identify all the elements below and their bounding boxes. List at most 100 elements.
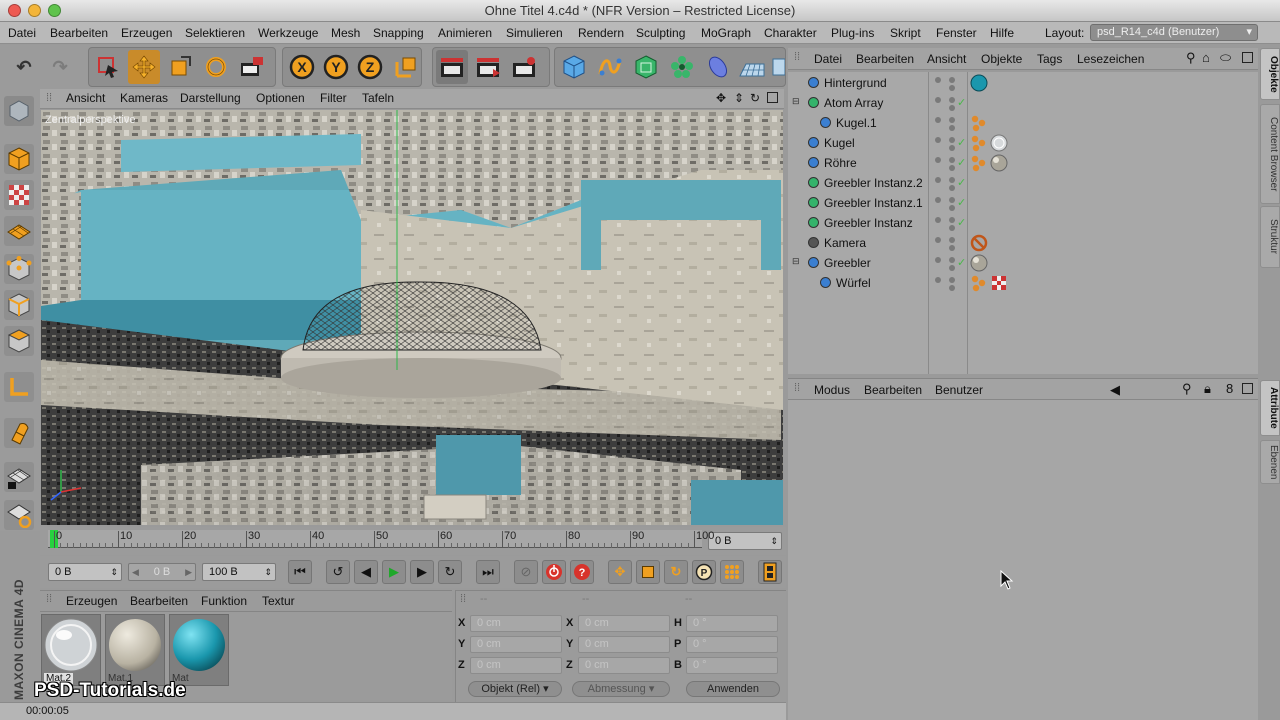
- object-name[interactable]: Würfel: [836, 276, 871, 290]
- position-y-field[interactable]: 0 cm: [470, 636, 562, 653]
- lock-icon[interactable]: 🔒︎: [1204, 381, 1211, 397]
- texture-mode-button[interactable]: [4, 180, 34, 210]
- play-button[interactable]: ▶: [382, 560, 406, 584]
- object-row[interactable]: Hintergrund: [788, 73, 1258, 93]
- go-to-start-button[interactable]: ⏮: [288, 560, 312, 584]
- material-swatch-mat1[interactable]: Mat.1: [105, 614, 165, 686]
- attribute-menu-bearbeiten[interactable]: Bearbeiten: [864, 383, 922, 397]
- render-visibility-dot[interactable]: [949, 137, 955, 143]
- enabled-check-icon[interactable]: ✓: [957, 196, 966, 209]
- workplane-align-button[interactable]: [4, 500, 34, 530]
- render-visibility-dot[interactable]: [949, 205, 955, 211]
- viewport-menu-tafeln[interactable]: Tafeln: [362, 91, 394, 105]
- model-mode-button[interactable]: [4, 144, 34, 174]
- move-tool-button[interactable]: [128, 50, 160, 84]
- phong-tag-icon[interactable]: [970, 154, 988, 172]
- next-frame-button[interactable]: ▶: [410, 560, 434, 584]
- editor-visibility-dot[interactable]: [935, 197, 941, 203]
- key-position-button[interactable]: ✥: [608, 560, 632, 584]
- home-icon[interactable]: ⌂: [1202, 50, 1210, 65]
- viewport-rotate-icon[interactable]: ↻: [750, 91, 760, 105]
- editor-visibility-dot[interactable]: [935, 217, 941, 223]
- object-name[interactable]: Kugel.1: [836, 116, 877, 130]
- add-mograph-button[interactable]: [666, 50, 698, 84]
- object-name[interactable]: Greebler: [824, 256, 871, 270]
- render-visibility-dot[interactable]: [949, 165, 955, 171]
- render-visibility-dot[interactable]: [949, 85, 955, 91]
- previous-key-button[interactable]: ↺: [326, 560, 350, 584]
- size-y-field[interactable]: 0 cm: [578, 636, 670, 653]
- material-menu-funktion[interactable]: Funktion: [201, 594, 247, 608]
- render-visibility-dot[interactable]: [949, 277, 955, 283]
- menu-werkzeuge[interactable]: Werkzeuge: [258, 22, 318, 44]
- enabled-check-icon[interactable]: ✓: [957, 176, 966, 189]
- live-selection-button[interactable]: [92, 50, 124, 84]
- position-z-field[interactable]: 0 cm: [470, 657, 562, 674]
- menu-rendern[interactable]: Rendern: [578, 22, 624, 44]
- editor-visibility-dot[interactable]: [935, 137, 941, 143]
- search-icon[interactable]: ⚲: [1182, 381, 1192, 397]
- go-to-end-button[interactable]: ⏭: [476, 560, 500, 584]
- recent-tools-button[interactable]: [236, 50, 268, 84]
- close-window-button[interactable]: [8, 4, 21, 17]
- polygons-mode-button[interactable]: [4, 326, 34, 356]
- viewport-menu-kameras[interactable]: Kameras: [120, 91, 168, 105]
- editor-visibility-dot[interactable]: [935, 237, 941, 243]
- phong-tag-icon[interactable]: [970, 114, 988, 132]
- new-panel-icon[interactable]: [1242, 52, 1253, 63]
- link-icon[interactable]: ⬭: [1220, 50, 1231, 66]
- cyan-ball-tag-icon[interactable]: [970, 74, 988, 92]
- editor-visibility-dot[interactable]: [935, 257, 941, 263]
- viewport-menu-optionen[interactable]: Optionen: [256, 91, 305, 105]
- add-spline-button[interactable]: [594, 50, 626, 84]
- add-light-button[interactable]: [770, 50, 786, 84]
- workplane-lock-button[interactable]: [4, 462, 34, 492]
- render-visibility-dot[interactable]: [949, 217, 955, 223]
- x-axis-lock-button[interactable]: X: [286, 50, 318, 84]
- object-row[interactable]: Würfel: [788, 273, 1258, 293]
- coordinate-system-button[interactable]: [390, 50, 422, 84]
- editor-visibility-dot[interactable]: [935, 277, 941, 283]
- editor-visibility-dot[interactable]: [935, 177, 941, 183]
- y-axis-lock-button[interactable]: Y: [320, 50, 352, 84]
- render-visibility-dot[interactable]: [949, 177, 955, 183]
- menu-erzeugen[interactable]: Erzeugen: [121, 22, 172, 44]
- menu-datei[interactable]: Datei: [8, 22, 36, 44]
- tree-expand-icon[interactable]: ⊟: [792, 96, 800, 107]
- tab-objekte[interactable]: Objekte: [1260, 48, 1280, 100]
- rotation-h-field[interactable]: 0 °: [686, 615, 778, 632]
- object-row[interactable]: ⊟ Greebler ✓: [788, 253, 1258, 273]
- object-row[interactable]: Kamera: [788, 233, 1258, 253]
- menu-animieren[interactable]: Animieren: [438, 22, 492, 44]
- material-swatch-mat[interactable]: Mat: [169, 614, 229, 686]
- tab-content-browser[interactable]: Content Browser: [1260, 104, 1280, 204]
- add-scene-button[interactable]: [736, 50, 768, 84]
- size-x-field[interactable]: 0 cm: [578, 615, 670, 632]
- record-keys-button[interactable]: ⊘: [514, 560, 538, 584]
- next-key-button[interactable]: ↻: [438, 560, 462, 584]
- back-arrow-icon[interactable]: ◀: [1110, 382, 1120, 398]
- menu-snapping[interactable]: Snapping: [373, 22, 424, 44]
- object-name[interactable]: Greebler Instanz: [824, 216, 913, 230]
- render-picture-viewer-button[interactable]: [472, 50, 504, 84]
- render-visibility-dot[interactable]: [949, 225, 955, 231]
- editor-visibility-dot[interactable]: [935, 77, 941, 83]
- tree-expand-icon[interactable]: ⊟: [792, 256, 800, 267]
- object-menu-objekte[interactable]: Objekte: [981, 52, 1022, 66]
- apply-button[interactable]: Anwenden: [686, 681, 780, 697]
- viewport-menu-darstellung[interactable]: Darstellung: [180, 91, 241, 105]
- object-row[interactable]: Kugel.1: [788, 113, 1258, 133]
- rotate-tool-button[interactable]: [200, 50, 232, 84]
- zoom-window-button[interactable]: [48, 4, 61, 17]
- render-visibility-dot[interactable]: [949, 97, 955, 103]
- menu-skript[interactable]: Skript: [890, 22, 921, 44]
- material-menu-bearbeiten[interactable]: Bearbeiten: [130, 594, 188, 608]
- autokey-button[interactable]: [542, 560, 566, 584]
- viewport-menu-filter[interactable]: Filter: [320, 91, 347, 105]
- start-frame-field[interactable]: 0 B ⇕: [48, 563, 122, 581]
- object-name[interactable]: Hintergrund: [824, 76, 887, 90]
- render-visibility-dot[interactable]: [949, 77, 955, 83]
- enabled-check-icon[interactable]: ✓: [957, 156, 966, 169]
- object-name[interactable]: Atom Array: [824, 96, 883, 110]
- phong-tag-icon[interactable]: [970, 274, 988, 292]
